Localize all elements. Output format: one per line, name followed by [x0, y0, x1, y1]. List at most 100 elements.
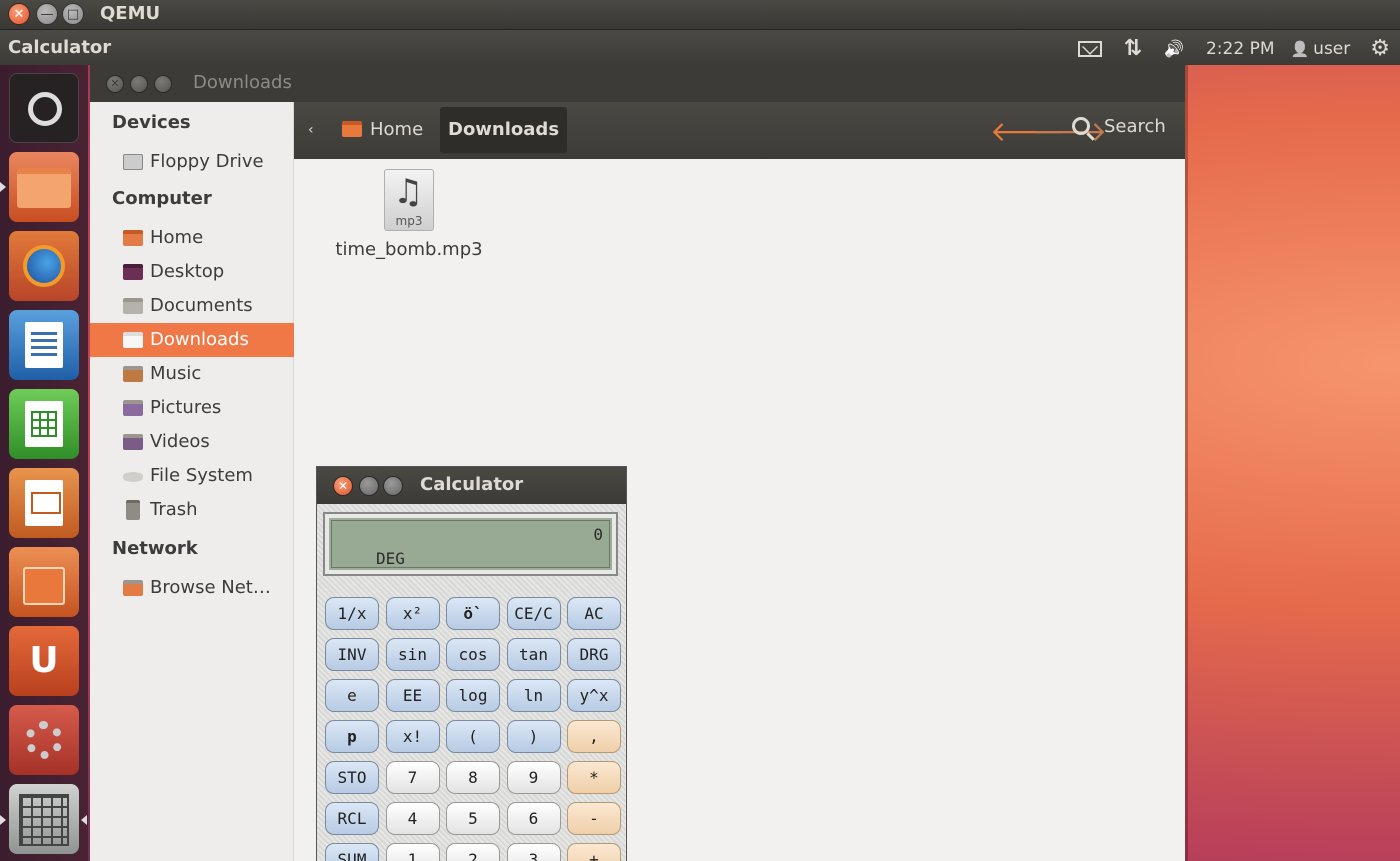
- calc-key-8[interactable]: 8: [446, 761, 500, 794]
- calc-key-2[interactable]: 2: [446, 843, 500, 861]
- breadcrumb-scroll-left[interactable]: ‹: [308, 107, 314, 153]
- sidebar-heading-network: Network: [112, 538, 198, 559]
- calc-key-cos[interactable]: cos: [446, 638, 500, 671]
- firefox-launcher[interactable]: [9, 231, 79, 301]
- calc-key-xb2[interactable]: x²: [385, 597, 440, 630]
- sidebar-item-home[interactable]: Home: [90, 221, 294, 255]
- sidebar-item-videos[interactable]: Videos: [90, 425, 294, 459]
- search-button[interactable]: Search: [1072, 116, 1166, 137]
- calc-launcher[interactable]: [9, 389, 79, 459]
- calc-maximize-button[interactable]: [383, 476, 403, 496]
- calc-key-INV[interactable]: INV: [325, 638, 379, 671]
- sidebar-item-pictures[interactable]: Pictures: [90, 391, 294, 425]
- clock[interactable]: 2:22 PM: [1206, 39, 1275, 59]
- calc-close-button[interactable]: ✕: [333, 476, 353, 496]
- file-item[interactable]: ♫ mp3 time_bomb.mp3: [324, 169, 494, 260]
- files-launcher[interactable]: [9, 152, 79, 222]
- calc-key-7[interactable]: 7: [385, 761, 440, 794]
- fm-toolbar: ‹ Home Downloads 🡐 🡒 Search: [294, 102, 1185, 159]
- calc-key-2a[interactable]: *: [567, 761, 621, 794]
- calc-key-CE2fC[interactable]: CE/C: [506, 597, 561, 630]
- window-shadow: [1185, 65, 1188, 861]
- sidebar-item-filesystem[interactable]: File System: [90, 459, 294, 493]
- calc-key-2d[interactable]: -: [567, 802, 621, 835]
- firefox-icon: [23, 245, 65, 287]
- calculator-window: ✕ Calculator 0 DEG 1/x x² ö` CE/C AC INV sin co…: [316, 466, 627, 861]
- shopping-bag-icon: [23, 567, 65, 605]
- top-panel: Calculator ⇅ 🔊 2:22 PM 👤 user ⚙: [0, 30, 1400, 65]
- calc-key-12fx[interactable]: 1/x: [325, 597, 379, 630]
- calc-key-EE[interactable]: EE: [385, 679, 440, 712]
- session-gear-icon[interactable]: ⚙: [1370, 36, 1390, 61]
- qemu-close-button[interactable]: ✕: [8, 3, 30, 25]
- calc-key-SUM[interactable]: SUM: [325, 843, 379, 861]
- display-angle-mode: DEG: [376, 549, 405, 568]
- software-center-launcher[interactable]: [9, 547, 79, 617]
- calc-key-sin[interactable]: sin: [385, 638, 440, 671]
- sound-icon[interactable]: 🔊: [1164, 39, 1184, 58]
- display-value: 0: [593, 525, 603, 544]
- calc-key-p[interactable]: p: [325, 720, 379, 753]
- dash-home-button[interactable]: [9, 73, 79, 143]
- sidebar-heading-computer: Computer: [112, 188, 212, 209]
- calc-key-1[interactable]: 1: [385, 843, 440, 861]
- calc-key-f660[interactable]: ö`: [446, 597, 500, 630]
- downloads-folder-icon: [123, 332, 143, 348]
- calc-key-5[interactable]: 5: [446, 802, 500, 835]
- places-sidebar: Devices Floppy Drive Computer Home Deskt…: [90, 102, 294, 861]
- calc-key-6[interactable]: 6: [506, 802, 561, 835]
- writer-launcher[interactable]: [9, 310, 79, 380]
- sidebar-item-documents[interactable]: Documents: [90, 289, 294, 323]
- sidebar-item-floppy[interactable]: Floppy Drive: [90, 145, 294, 179]
- search-icon: [1072, 117, 1090, 135]
- breadcrumb-home[interactable]: Home: [342, 107, 423, 153]
- user-menu[interactable]: 👤 user: [1290, 39, 1350, 59]
- sidebar-item-trash[interactable]: Trash: [90, 493, 294, 527]
- calc-minimize-button[interactable]: [359, 476, 379, 496]
- file-manager-titlebar: ✕ Downloads: [90, 65, 1185, 102]
- sidebar-heading-devices: Devices: [112, 112, 191, 133]
- calc-key-ln[interactable]: ln: [506, 679, 561, 712]
- qemu-maximize-button[interactable]: □: [62, 3, 84, 25]
- sidebar-item-desktop[interactable]: Desktop: [90, 255, 294, 289]
- network-icon[interactable]: ⇅: [1124, 36, 1142, 61]
- file-name: time_bomb.mp3: [335, 239, 483, 260]
- running-indicator: [0, 182, 6, 192]
- calc-key-3[interactable]: 3: [506, 843, 561, 861]
- calc-key-STO[interactable]: STO: [325, 761, 379, 794]
- qemu-minimize-button[interactable]: —: [36, 3, 58, 25]
- calc-key-x21[interactable]: x!: [385, 720, 440, 753]
- hard-drive-icon: [123, 472, 143, 482]
- calculator-icon: [19, 794, 69, 846]
- calc-key-log[interactable]: log: [446, 679, 500, 712]
- calculator-launcher[interactable]: [9, 784, 79, 854]
- sidebar-item-downloads[interactable]: Downloads: [90, 323, 294, 357]
- calc-key-2b[interactable]: +: [567, 843, 621, 861]
- calc-key-4[interactable]: 4: [385, 802, 440, 835]
- calc-key-AC[interactable]: AC: [567, 597, 621, 630]
- mail-icon[interactable]: [1077, 39, 1102, 59]
- calc-key-9[interactable]: 9: [506, 761, 561, 794]
- sidebar-item-music[interactable]: Music: [90, 357, 294, 391]
- ubuntu-one-launcher[interactable]: U: [9, 626, 79, 696]
- calc-key-28[interactable]: (: [446, 720, 500, 753]
- impress-launcher[interactable]: [9, 468, 79, 538]
- calc-key-RCL[interactable]: RCL: [325, 802, 379, 835]
- audio-file-icon: ♫ mp3: [384, 169, 434, 231]
- calc-key-tan[interactable]: tan: [506, 638, 561, 671]
- fm-minimize-button[interactable]: [130, 75, 148, 93]
- fm-maximize-button[interactable]: [154, 75, 172, 93]
- system-settings-launcher[interactable]: [9, 705, 79, 775]
- folder-icon: [17, 168, 71, 208]
- calc-key-DRG[interactable]: DRG: [567, 638, 621, 671]
- calc-key-2c[interactable]: ,: [567, 720, 621, 753]
- settings-gear-icon: [25, 721, 63, 759]
- calc-key-y5ex[interactable]: y^x: [567, 679, 621, 712]
- music-folder-icon: [123, 366, 143, 382]
- breadcrumb-downloads[interactable]: Downloads: [440, 107, 568, 153]
- sidebar-item-browse-network[interactable]: Browse Net…: [90, 571, 294, 605]
- calc-key-e[interactable]: e: [325, 679, 379, 712]
- calc-key-29[interactable]: ): [506, 720, 561, 753]
- fm-close-button[interactable]: ✕: [106, 75, 124, 93]
- videos-folder-icon: [123, 434, 143, 450]
